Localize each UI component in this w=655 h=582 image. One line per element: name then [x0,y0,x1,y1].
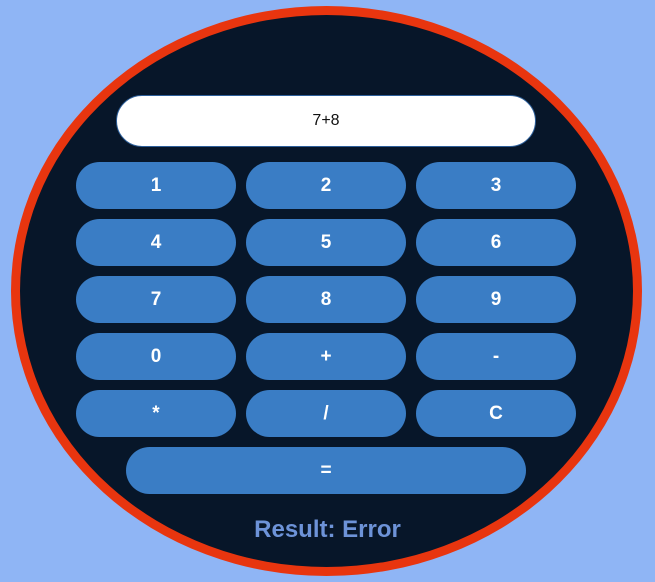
key-minus[interactable]: - [416,333,576,380]
result-text: Result: Error [254,516,401,543]
key-3[interactable]: 3 [416,162,576,209]
key-6[interactable]: 6 [416,219,576,266]
key-plus[interactable]: + [246,333,406,380]
key-4[interactable]: 4 [76,219,236,266]
key-8[interactable]: 8 [246,276,406,323]
keypad: 1 2 3 4 5 6 7 8 9 0 + - * / C [76,162,576,437]
key-divide[interactable]: / [246,390,406,437]
key-0[interactable]: 0 [76,333,236,380]
expression-display[interactable]: 7+8 [116,95,536,147]
key-5[interactable]: 5 [246,219,406,266]
key-2[interactable]: 2 [246,162,406,209]
key-clear[interactable]: C [416,390,576,437]
key-9[interactable]: 9 [416,276,576,323]
key-multiply[interactable]: * [76,390,236,437]
equals-button[interactable]: = [126,447,526,494]
key-1[interactable]: 1 [76,162,236,209]
key-7[interactable]: 7 [76,276,236,323]
